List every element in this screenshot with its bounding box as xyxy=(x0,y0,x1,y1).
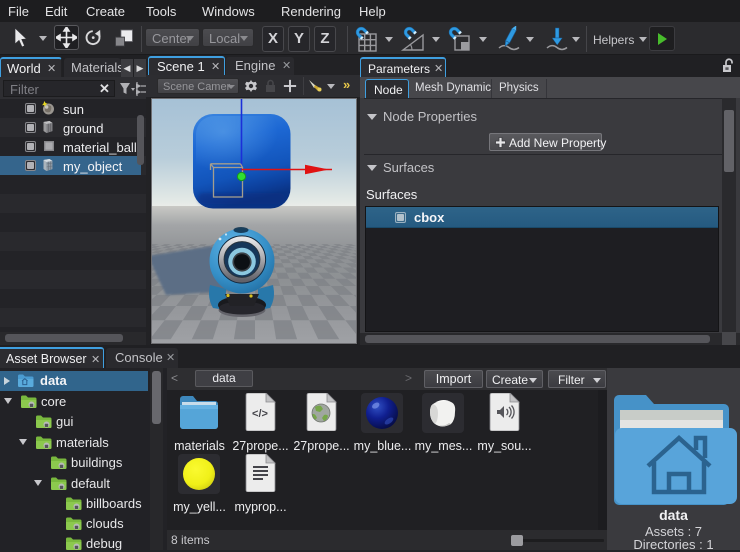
svg-text:</>: </> xyxy=(252,408,268,420)
